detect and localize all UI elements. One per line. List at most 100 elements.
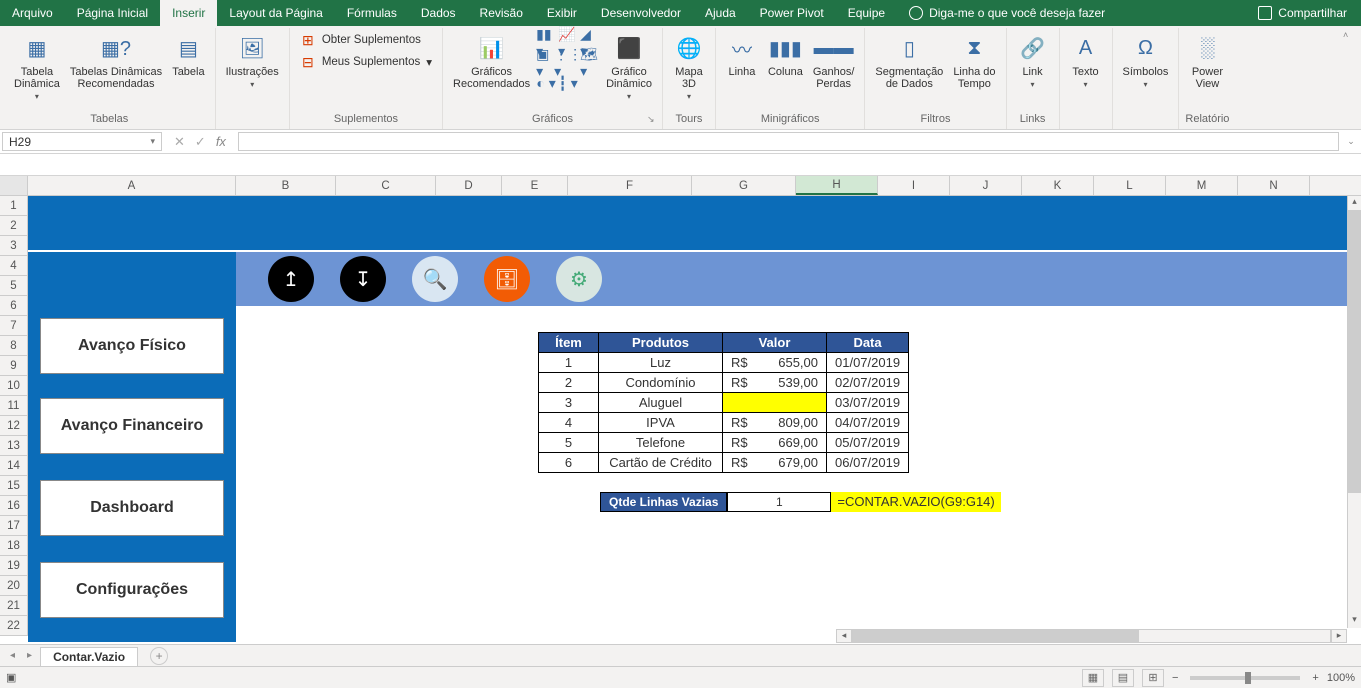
table-cell[interactable]: 3	[539, 393, 599, 413]
sparkline-col-button[interactable]: ▮▮▮Coluna	[764, 30, 807, 80]
row-header-21[interactable]: 21	[0, 596, 27, 616]
menu-tab-desenvolvedor[interactable]: Desenvolvedor	[589, 0, 693, 26]
table-cell[interactable]: 03/07/2019	[827, 393, 909, 413]
menu-tab-ajuda[interactable]: Ajuda	[693, 0, 748, 26]
table-cell[interactable]: 6	[539, 453, 599, 473]
hscroll-track[interactable]	[852, 629, 1331, 643]
zoom-slider[interactable]	[1190, 676, 1300, 680]
upload-icon[interactable]: ↥	[268, 256, 314, 302]
recommended-charts-button[interactable]: 📊GráficosRecomendados	[449, 30, 534, 92]
row-header-10[interactable]: 10	[0, 376, 27, 396]
row-header-2[interactable]: 2	[0, 216, 27, 236]
table-cell[interactable]: IPVA	[599, 413, 723, 433]
row-header-11[interactable]: 11	[0, 396, 27, 416]
table-cell[interactable]: 06/07/2019	[827, 453, 909, 473]
menu-tab-arquivo[interactable]: Arquivo	[0, 0, 65, 26]
chart-pie-icon[interactable]: ◐ ▾	[536, 74, 556, 92]
zoom-level[interactable]: 100%	[1327, 672, 1355, 684]
recommended-pivot-button[interactable]: ▦?Tabelas DinâmicasRecomendadas	[66, 30, 166, 92]
menu-tab-fórmulas[interactable]: Fórmulas	[335, 0, 409, 26]
formula-input[interactable]	[238, 132, 1339, 151]
row-header-14[interactable]: 14	[0, 456, 27, 476]
scroll-up-button[interactable]: ▴	[1348, 196, 1361, 210]
table-cell[interactable]: Telefone	[599, 433, 723, 453]
table-cell[interactable]: R$655,00	[723, 353, 827, 373]
row-header-4[interactable]: 4	[0, 256, 27, 276]
row-header-5[interactable]: 5	[0, 276, 27, 296]
column-header-G[interactable]: G	[692, 176, 796, 195]
ribbon-collapse-button[interactable]: ˄	[1343, 30, 1355, 42]
nav-avanco-financeiro[interactable]: Avanço Financeiro	[40, 398, 224, 454]
record-macro-icon[interactable]: ▣	[6, 671, 20, 685]
column-header-C[interactable]: C	[336, 176, 436, 195]
table-cell[interactable]: 2	[539, 373, 599, 393]
menu-tab-inserir[interactable]: Inserir	[160, 0, 217, 26]
search-doc-icon[interactable]: 🔍	[412, 256, 458, 302]
table-button[interactable]: ▤Tabela	[168, 30, 208, 80]
sparkline-winloss-button[interactable]: ▬▬Ganhos/Perdas	[809, 30, 859, 92]
row-header-6[interactable]: 6	[0, 296, 27, 316]
vscroll-thumb[interactable]	[1348, 210, 1361, 493]
table-cell[interactable]: 5	[539, 433, 599, 453]
row-header-12[interactable]: 12	[0, 416, 27, 436]
cells-area[interactable]: Avanço Físico Avanço Financeiro Dashboar…	[28, 196, 1361, 636]
view-page-layout-button[interactable]: ▤	[1112, 669, 1134, 687]
expand-formula-bar-button[interactable]: ⌄	[1341, 130, 1361, 153]
row-header-15[interactable]: 15	[0, 476, 27, 496]
charts-dialog-launcher[interactable]: ↘	[647, 114, 659, 126]
column-header-I[interactable]: I	[878, 176, 950, 195]
table-cell[interactable]: R$809,00	[723, 413, 827, 433]
gears-icon[interactable]: ⚙	[556, 256, 602, 302]
scroll-left-button[interactable]: ◂	[836, 629, 852, 643]
column-header-D[interactable]: D	[436, 176, 502, 195]
table-cell[interactable]: Cartão de Crédito	[599, 453, 723, 473]
column-header-N[interactable]: N	[1238, 176, 1310, 195]
column-header-M[interactable]: M	[1166, 176, 1238, 195]
zoom-in-button[interactable]: +	[1312, 672, 1318, 684]
sheet-tab-active[interactable]: Contar.Vazio	[40, 647, 138, 666]
nav-configuracoes[interactable]: Configurações	[40, 562, 224, 618]
tell-me-search[interactable]: Diga-me o que você deseja fazer	[897, 0, 1117, 26]
table-cell[interactable]: 02/07/2019	[827, 373, 909, 393]
row-header-16[interactable]: 16	[0, 496, 27, 516]
sheet-nav-next[interactable]: ▸	[23, 650, 36, 661]
text-button[interactable]: ATexto▾	[1066, 30, 1106, 91]
column-header-A[interactable]: A	[28, 176, 236, 195]
row-header-20[interactable]: 20	[0, 576, 27, 596]
symbols-button[interactable]: ΩSímbolos▾	[1119, 30, 1173, 91]
table-cell[interactable]: R$679,00	[723, 453, 827, 473]
menu-tab-revisão[interactable]: Revisão	[468, 0, 535, 26]
menu-tab-dados[interactable]: Dados	[409, 0, 468, 26]
row-header-17[interactable]: 17	[0, 516, 27, 536]
slicer-button[interactable]: ▯Segmentaçãode Dados	[871, 30, 947, 92]
download-icon[interactable]: ↧	[340, 256, 386, 302]
chevron-down-icon[interactable]: ▾	[150, 136, 155, 147]
share-button[interactable]: Compartilhar	[1244, 0, 1361, 26]
chart-hier-icon[interactable]: ▣ ▾	[536, 54, 556, 72]
spreadsheet-grid[interactable]: ABCDEFGHIJKLMN 1234567891011121314151617…	[0, 176, 1361, 644]
nav-dashboard[interactable]: Dashboard	[40, 480, 224, 536]
sparkline-line-button[interactable]: 〰Linha	[722, 30, 762, 80]
database-icon[interactable]: 🗄	[484, 256, 530, 302]
vscroll-track[interactable]	[1348, 210, 1361, 614]
table-cell[interactable]: Aluguel	[599, 393, 723, 413]
table-cell[interactable]	[723, 393, 827, 413]
row-header-9[interactable]: 9	[0, 356, 27, 376]
table-cell[interactable]: 04/07/2019	[827, 413, 909, 433]
menu-tab-exibir[interactable]: Exibir	[535, 0, 589, 26]
illustrations-button[interactable]: 🖼Ilustrações▾	[222, 30, 283, 91]
accept-formula-icon[interactable]: ✓	[195, 134, 206, 150]
row-header-13[interactable]: 13	[0, 436, 27, 456]
table-cell[interactable]: 05/07/2019	[827, 433, 909, 453]
name-box[interactable]: H29▾	[2, 132, 162, 151]
zoom-slider-knob[interactable]	[1245, 672, 1251, 684]
zoom-out-button[interactable]: −	[1172, 672, 1178, 684]
table-cell[interactable]: Condomínio	[599, 373, 723, 393]
pivot-chart-button[interactable]: ⬛GráficoDinâmico▾	[602, 30, 656, 103]
column-header-E[interactable]: E	[502, 176, 568, 195]
menu-tab-power-pivot[interactable]: Power Pivot	[748, 0, 836, 26]
hscroll-thumb[interactable]	[853, 630, 1139, 642]
row-header-7[interactable]: 7	[0, 316, 27, 336]
row-header-18[interactable]: 18	[0, 536, 27, 556]
vertical-scrollbar[interactable]: ▴ ▾	[1347, 196, 1361, 628]
